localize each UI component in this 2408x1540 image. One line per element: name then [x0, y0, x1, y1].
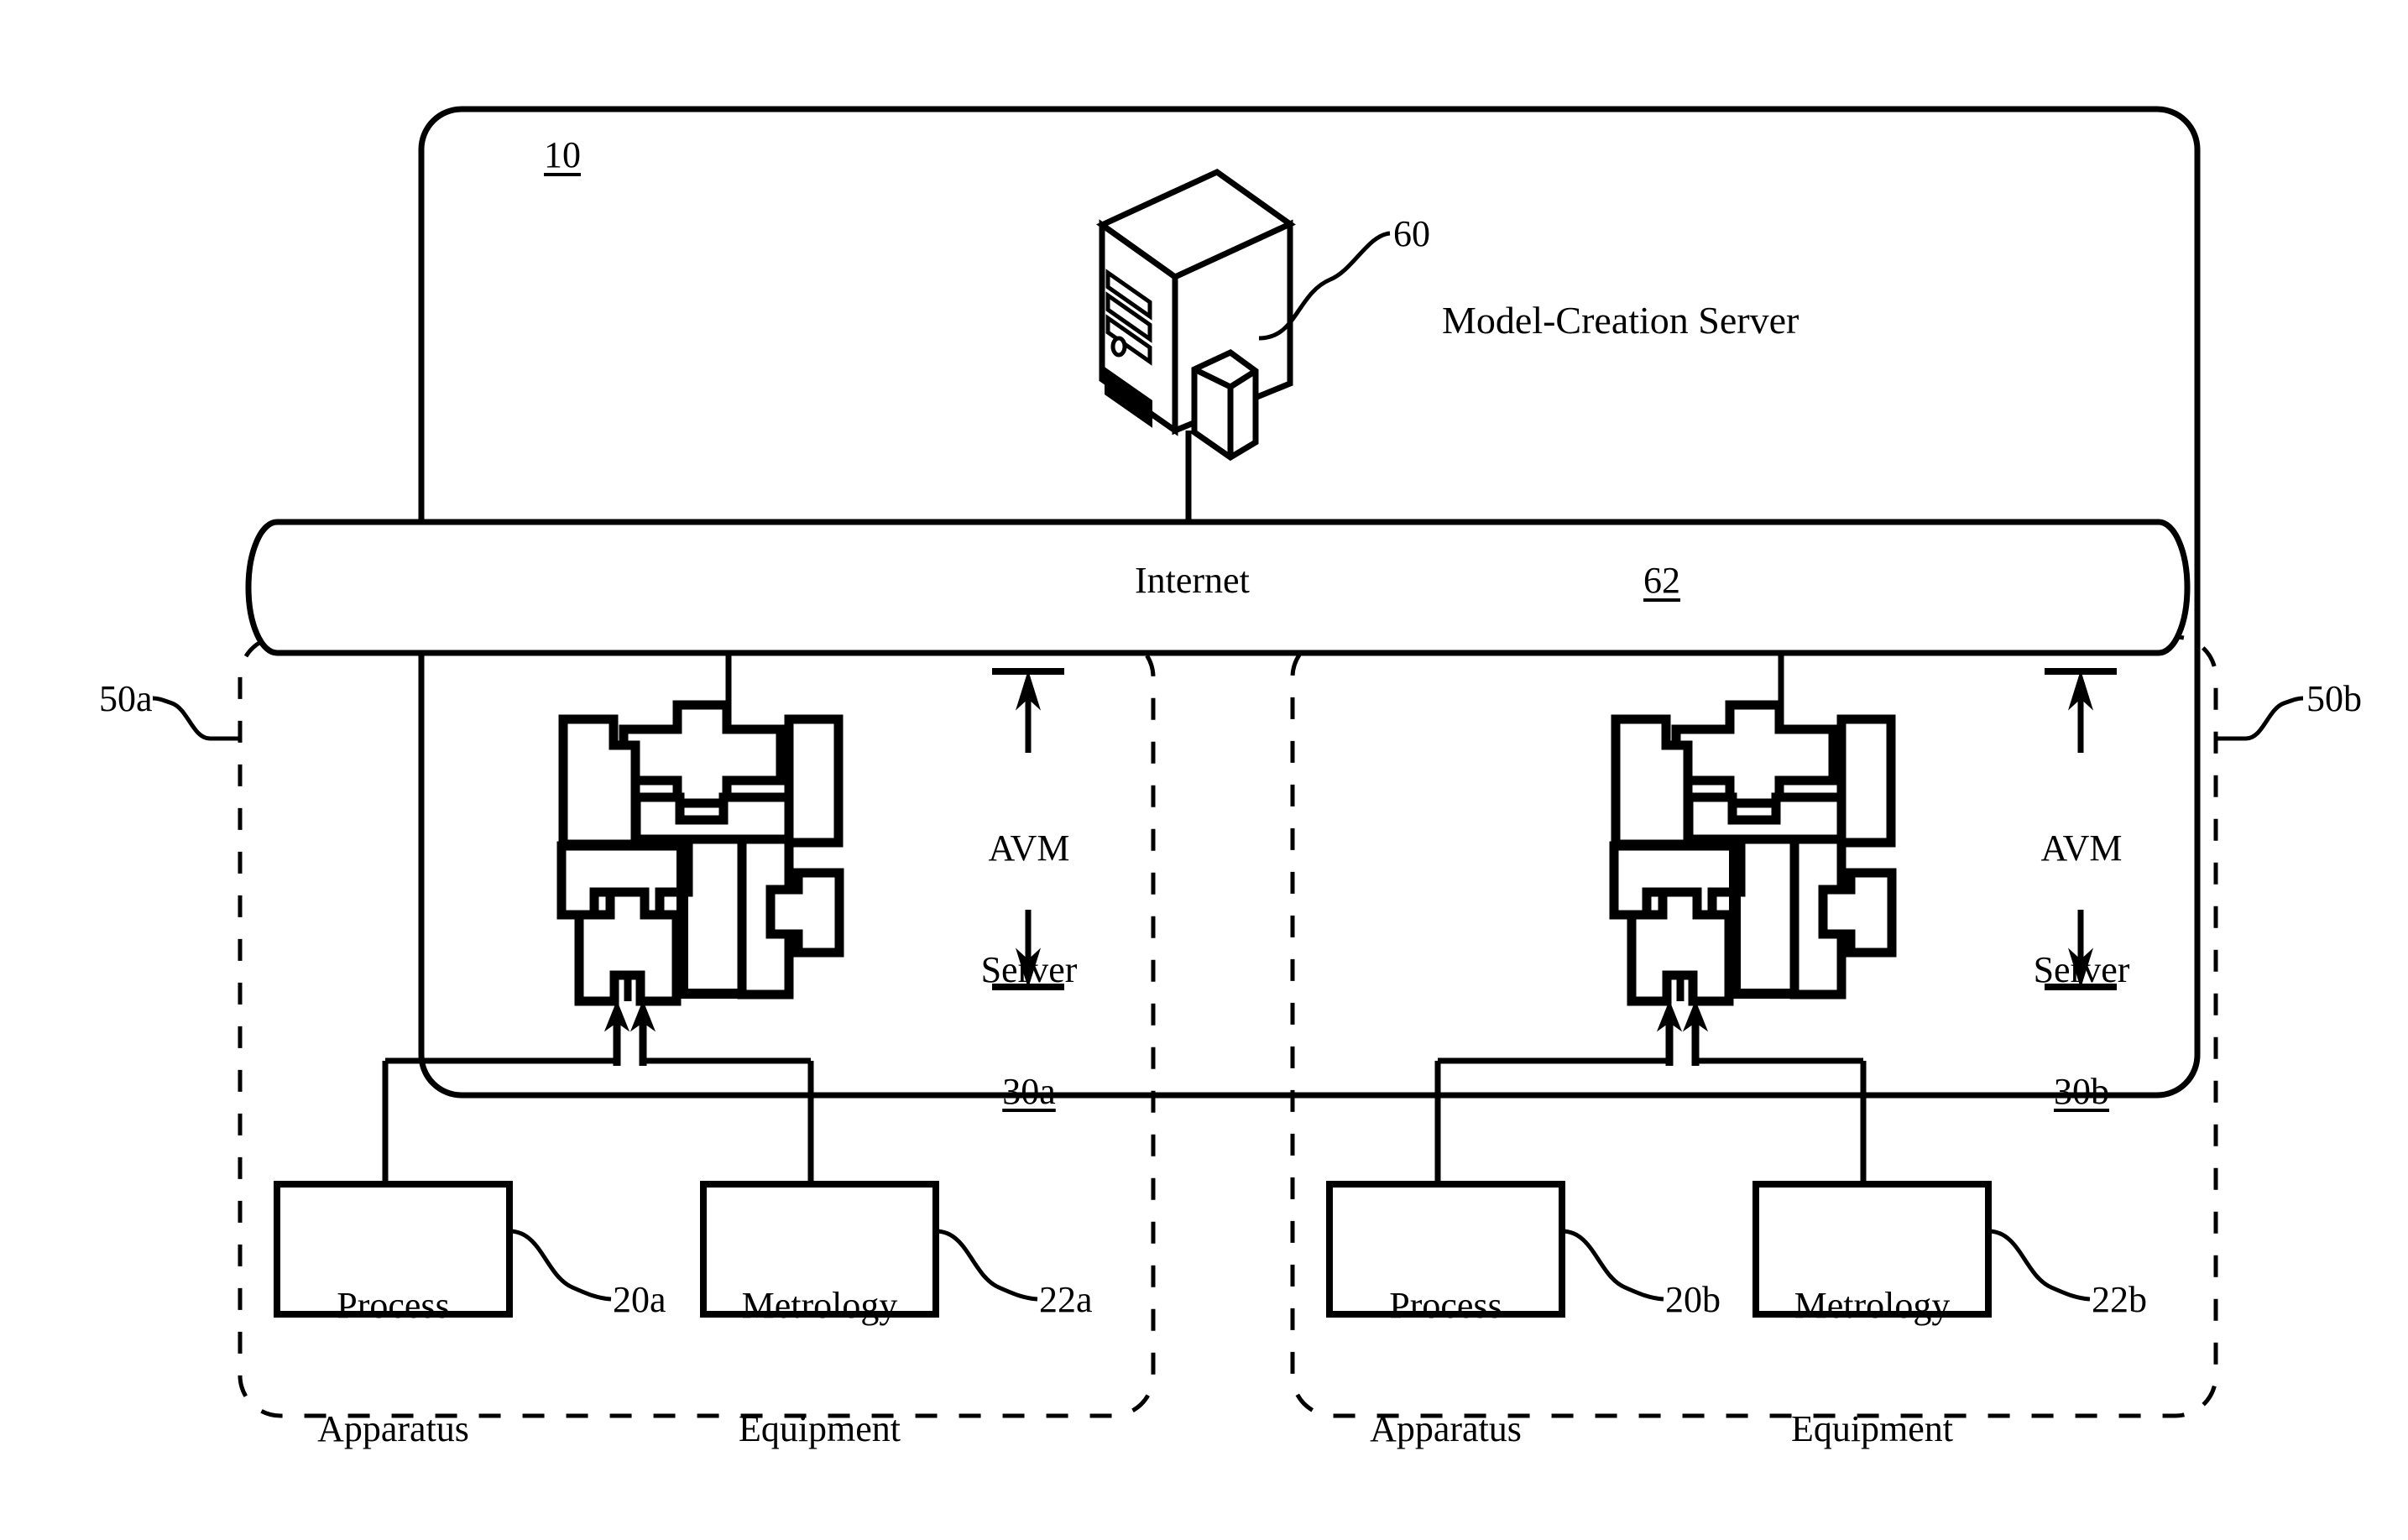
- leader-22a: [935, 1229, 1038, 1302]
- system-ref-label: 10: [544, 134, 581, 175]
- avm-b-input-arrows: [1656, 1000, 1709, 1066]
- fab-a-ref-label: 50a: [99, 678, 153, 719]
- process-apparatus-b-line2: Apparatus: [1370, 1408, 1522, 1450]
- process-apparatus-a-ref-label: 20a: [613, 1279, 666, 1320]
- leader-20a: [509, 1229, 612, 1302]
- tower-server-icon: [1096, 168, 1296, 462]
- avm-server-a-ref: 30a: [1002, 1071, 1056, 1113]
- internet-ref-label: 62: [1643, 560, 1680, 601]
- fab-a-equipment-bus: [382, 1057, 814, 1184]
- metrology-equipment-b-label: Metrology Equipment: [1756, 1202, 1988, 1532]
- avm-server-cluster-a-glyph: [556, 700, 844, 1006]
- avm-server-b-label: AVM Server 30b: [2009, 747, 2154, 1193]
- process-apparatus-b-line1: Process: [1389, 1284, 1502, 1326]
- avm-server-a-name-line2: Server: [980, 948, 1078, 990]
- metrology-equipment-a-line2: Equipment: [738, 1408, 901, 1450]
- fab-b-ref-label: 50b: [2306, 678, 2362, 719]
- avm-server-b-ref: 30b: [2054, 1071, 2109, 1113]
- process-apparatus-a-label: Process Apparatus: [277, 1202, 509, 1532]
- metrology-equipment-b-line1: Metrology: [1794, 1284, 1951, 1326]
- process-apparatus-a-line1: Process: [337, 1284, 450, 1326]
- metrology-equipment-a-line1: Metrology: [741, 1284, 898, 1326]
- metrology-equipment-b-line2: Equipment: [1790, 1408, 1954, 1450]
- leader-22b: [1988, 1229, 2091, 1302]
- process-apparatus-a-line2: Apparatus: [317, 1408, 469, 1450]
- avm-server-cluster-b-glyph: [1609, 700, 1897, 1006]
- avm-server-a-label: AVM Server 30a: [957, 747, 1101, 1193]
- process-apparatus-b-ref-label: 20b: [1665, 1279, 1721, 1320]
- metrology-equipment-a-ref-label: 22a: [1039, 1279, 1093, 1320]
- leader-20b: [1561, 1229, 1664, 1302]
- process-apparatus-b-label: Process Apparatus: [1329, 1202, 1562, 1532]
- avm-server-b-name-line2: Server: [2033, 948, 2130, 990]
- patent-figure: 10 60 Model-Creation Server Internet 62 …: [0, 0, 2408, 1540]
- avm-a-input-arrows: [603, 1000, 656, 1066]
- model-creation-server-label: Model-Creation Server: [1442, 299, 1799, 342]
- avm-server-a-name-line1: AVM: [988, 827, 1070, 869]
- metrology-equipment-a-label: Metrology Equipment: [703, 1202, 936, 1532]
- metrology-equipment-b-ref-label: 22b: [2092, 1279, 2147, 1320]
- avm-server-b-name-line1: AVM: [2040, 827, 2123, 869]
- fab-b-equipment-bus: [1434, 1057, 1867, 1184]
- leader-50b: [2216, 696, 2304, 741]
- internet-label: Internet: [1135, 560, 1250, 601]
- model-creation-server-ref-label: 60: [1393, 213, 1430, 254]
- leader-50a: [152, 696, 240, 741]
